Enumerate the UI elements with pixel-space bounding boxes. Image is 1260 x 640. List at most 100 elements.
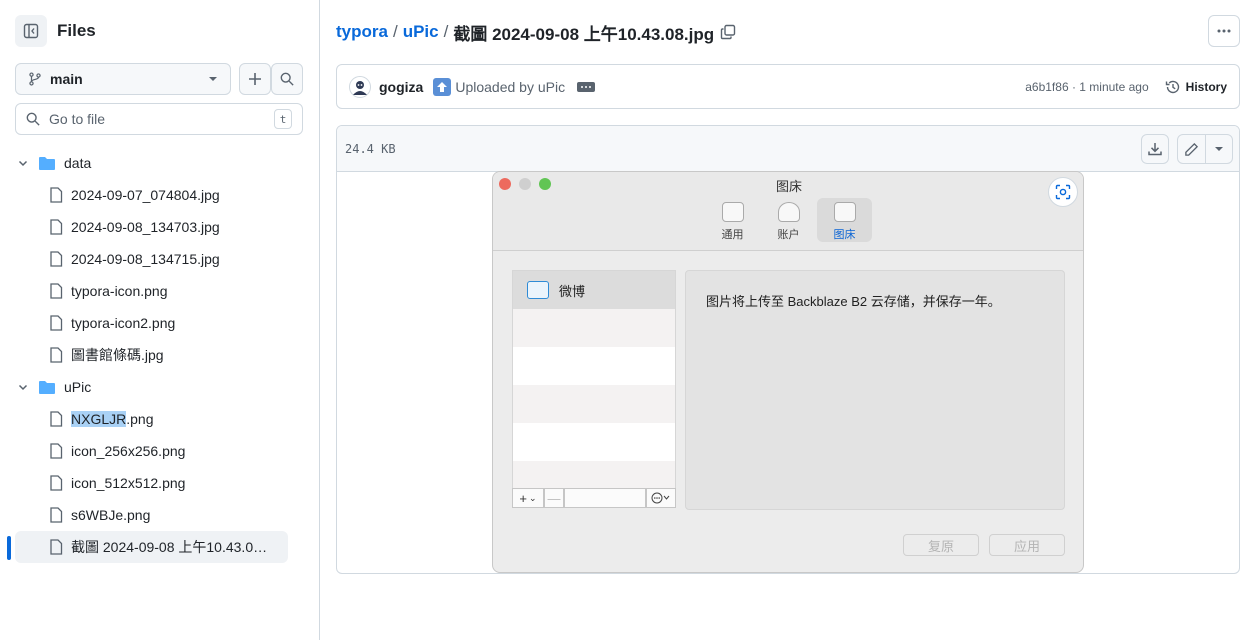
- go-to-file-input[interactable]: Go to file t: [15, 103, 303, 135]
- commit-author[interactable]: gogiza: [379, 79, 423, 95]
- tree-item-label-rest: .png: [126, 411, 154, 427]
- more-options-button[interactable]: [1208, 15, 1240, 47]
- sidebar-title: Files: [57, 21, 96, 40]
- avatar[interactable]: [349, 75, 371, 98]
- edit-button[interactable]: [1178, 135, 1206, 163]
- account-icon: [777, 202, 800, 222]
- file-icon: [50, 411, 63, 427]
- tree-folder-data[interactable]: data: [15, 147, 288, 179]
- expand-commit-message-button[interactable]: [577, 81, 596, 92]
- file-icon: [50, 539, 63, 555]
- more-host-options-button: [646, 488, 676, 508]
- host-list-empty-row: [513, 309, 675, 347]
- download-button[interactable]: [1141, 134, 1169, 164]
- image-icon: [527, 281, 549, 299]
- tree-item-label: 2024-09-08_134715.jpg: [71, 251, 220, 267]
- image-preview: 图床 通用 账户 图床 微博 + ⌄ — 图片将上传至 Backblaze B2…: [492, 171, 1084, 573]
- file-icon: [50, 283, 63, 299]
- apply-button: 应用: [989, 534, 1065, 556]
- breadcrumb-file-name: 截圖 2024-09-08 上午10.43.08.jpg: [453, 24, 715, 44]
- list-toolbar: + ⌄ —: [512, 488, 676, 508]
- pencil-icon: [1185, 142, 1199, 156]
- host-list-empty-row: [513, 347, 675, 385]
- history-button[interactable]: History: [1165, 79, 1227, 95]
- breadcrumb-separator: /: [392, 22, 398, 41]
- file-icon: [50, 315, 63, 331]
- tree-file[interactable]: icon_512x512.png: [15, 467, 288, 499]
- file-icon: [50, 187, 63, 203]
- file-header: 24.4 KB: [337, 126, 1239, 172]
- git-branch-icon: [29, 72, 41, 86]
- caret-down-icon: [209, 77, 217, 81]
- tree-file[interactable]: 2024-09-08_134715.jpg: [15, 243, 288, 275]
- folder-icon: [39, 380, 55, 394]
- host-list-label: 微博: [559, 283, 586, 299]
- tree-item-label: typora-icon2.png: [71, 315, 176, 331]
- tree-file[interactable]: 2024-09-07_074804.jpg: [15, 179, 288, 211]
- tree-file[interactable]: typora-icon.png: [15, 275, 288, 307]
- sidebar-collapse-icon: [23, 23, 39, 39]
- tree-item-label: typora-icon.png: [71, 283, 168, 299]
- file-icon: [50, 251, 63, 267]
- file-icon: [50, 219, 63, 235]
- file-icon: [50, 507, 63, 523]
- phone-icon: [721, 202, 744, 222]
- tree-file[interactable]: 圖書館條碼.jpg: [15, 339, 288, 371]
- host-list-empty-row: [513, 423, 675, 461]
- host-list-empty-row: [513, 385, 675, 423]
- restore-button: 复原: [903, 534, 979, 556]
- file-tree-sidebar: Files main Go to file t data 2024-09-07_…: [0, 0, 320, 640]
- breadcrumb-repo-link[interactable]: typora: [336, 22, 388, 42]
- commit-message[interactable]: Uploaded by uPic: [455, 79, 565, 95]
- pref-tab-label: 账户: [777, 229, 800, 241]
- pref-tab-image-host: 图床: [817, 198, 872, 242]
- branch-name: main: [50, 71, 83, 87]
- chevron-down-icon: [18, 160, 28, 167]
- file-icon: [50, 347, 63, 363]
- search-icon: [280, 72, 294, 86]
- pref-tab-general: 通用: [705, 198, 760, 242]
- edit-options-dropdown[interactable]: [1206, 135, 1232, 163]
- search-code-button[interactable]: [271, 63, 303, 95]
- plus-icon: [249, 73, 261, 85]
- host-description-panel: 图片将上传至 Backblaze B2 云存储，并保存一年。: [685, 270, 1065, 510]
- commit-meta[interactable]: a6b1f86 · 1 minute ago: [1025, 80, 1148, 94]
- history-label: History: [1185, 79, 1227, 94]
- scan-icon: [1055, 184, 1071, 200]
- list-toolbar-spacer: [564, 488, 646, 508]
- pref-tab-account: 账户: [761, 198, 816, 242]
- tree-file[interactable]: icon_256x256.png: [15, 435, 288, 467]
- tree-file[interactable]: NXGLJR.png: [15, 403, 288, 435]
- mac-toolbar: 图床 通用 账户 图床: [493, 172, 1083, 251]
- tree-file[interactable]: s6WBJe.png: [15, 499, 288, 531]
- tree-item-label: icon_256x256.png: [71, 443, 186, 459]
- pref-tab-label: 通用: [721, 229, 744, 241]
- picture-icon: [833, 202, 856, 222]
- breadcrumb-separator: /: [443, 22, 449, 41]
- breadcrumb-folder-link[interactable]: uPic: [403, 22, 439, 42]
- branch-select-button[interactable]: main: [15, 63, 231, 95]
- tree-item-label: 圖書館條碼.jpg: [71, 347, 164, 363]
- tree-folder-upic[interactable]: uPic: [15, 371, 288, 403]
- add-file-button[interactable]: [239, 63, 271, 95]
- breadcrumb: typora / uPic / 截圖 2024-09-08 上午10.43.08…: [336, 20, 736, 44]
- chevron-down-icon: [18, 384, 28, 391]
- visual-search-button[interactable]: [1048, 177, 1078, 207]
- collapse-sidebar-button[interactable]: [15, 15, 47, 47]
- pref-tab-label: 图床: [833, 229, 856, 241]
- tree-item-label: data: [64, 155, 92, 171]
- copy-path-button[interactable]: [720, 24, 736, 40]
- tree-file[interactable]: 2024-09-08_134703.jpg: [15, 211, 288, 243]
- mac-window-title: 图床: [775, 179, 802, 194]
- tree-item-label: icon_512x512.png: [71, 475, 186, 491]
- kebab-horizontal-icon: [1217, 29, 1231, 33]
- add-host-button: + ⌄: [512, 488, 544, 508]
- download-icon: [1148, 143, 1162, 156]
- remove-host-button: —: [544, 488, 564, 508]
- shortcut-key: t: [274, 109, 292, 129]
- tree-file-selected[interactable]: 截圖 2024-09-08 上午10.43.0…: [15, 531, 288, 563]
- tree-file[interactable]: typora-icon2.png: [15, 307, 288, 339]
- folder-icon: [39, 156, 55, 170]
- history-icon: [1165, 80, 1179, 93]
- sidebar-header: Files: [15, 15, 96, 47]
